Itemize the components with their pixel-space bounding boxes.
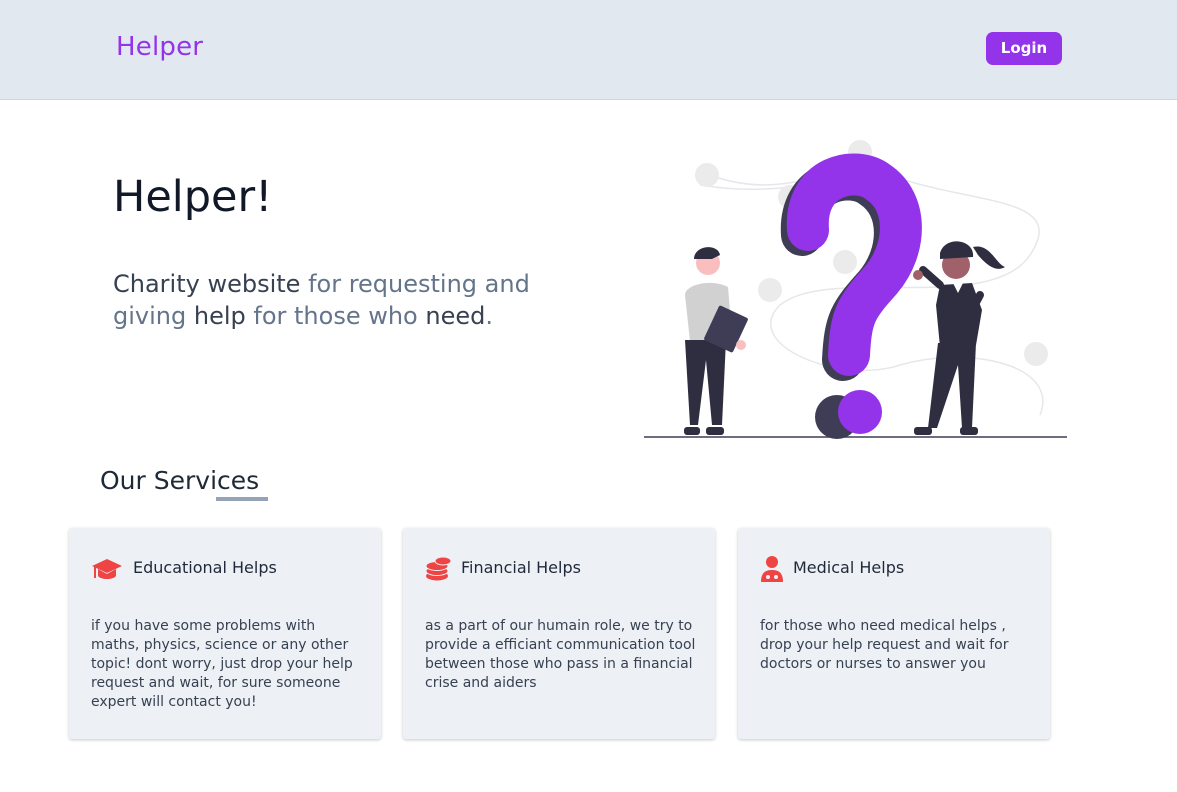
card-title: Financial Helps xyxy=(461,558,581,577)
card-title: Medical Helps xyxy=(793,558,905,577)
bg-dot xyxy=(695,163,719,187)
service-card-educational[interactable]: Educational Helps if you have some probl… xyxy=(69,528,381,739)
hero-subtitle-part: need xyxy=(425,302,486,330)
card-text: for those who need medical helps , drop … xyxy=(760,618,1009,672)
top-navbar: Helper Login xyxy=(0,0,1177,100)
brand-logo[interactable]: Helper xyxy=(116,32,203,62)
services-title: Our Services xyxy=(100,466,260,495)
service-card-medical[interactable]: Medical Helps for those who need medical… xyxy=(738,528,1050,739)
hero-subtitle-part: Charity website xyxy=(113,270,309,298)
bg-dot xyxy=(833,250,857,274)
question-dot xyxy=(838,390,882,434)
hero-subtitle-part: for those who xyxy=(245,302,426,330)
card-title: Educational Helps xyxy=(133,558,277,577)
bg-dot xyxy=(758,278,782,302)
card-text: as a part of our humain role, we try to … xyxy=(425,618,696,691)
doctor-icon xyxy=(761,556,783,582)
question-mark-people-illustration xyxy=(644,140,1067,439)
hero-subtitle: Charity website for requesting and givin… xyxy=(113,268,583,332)
services-title-underline xyxy=(216,497,268,501)
login-button[interactable]: Login xyxy=(986,32,1062,65)
bg-dot xyxy=(1024,342,1048,366)
coins-icon xyxy=(425,556,452,581)
hero-subtitle-part: . xyxy=(485,302,493,330)
right-person xyxy=(913,241,1005,435)
service-card-financial[interactable]: Financial Helps as a part of our humain … xyxy=(403,528,715,739)
hero-subtitle-part: help xyxy=(193,302,246,330)
left-person xyxy=(684,247,748,435)
card-text: if you have some problems with maths, ph… xyxy=(91,618,353,710)
hero-title: Helper! xyxy=(113,172,273,222)
graduation-cap-icon xyxy=(92,559,122,579)
